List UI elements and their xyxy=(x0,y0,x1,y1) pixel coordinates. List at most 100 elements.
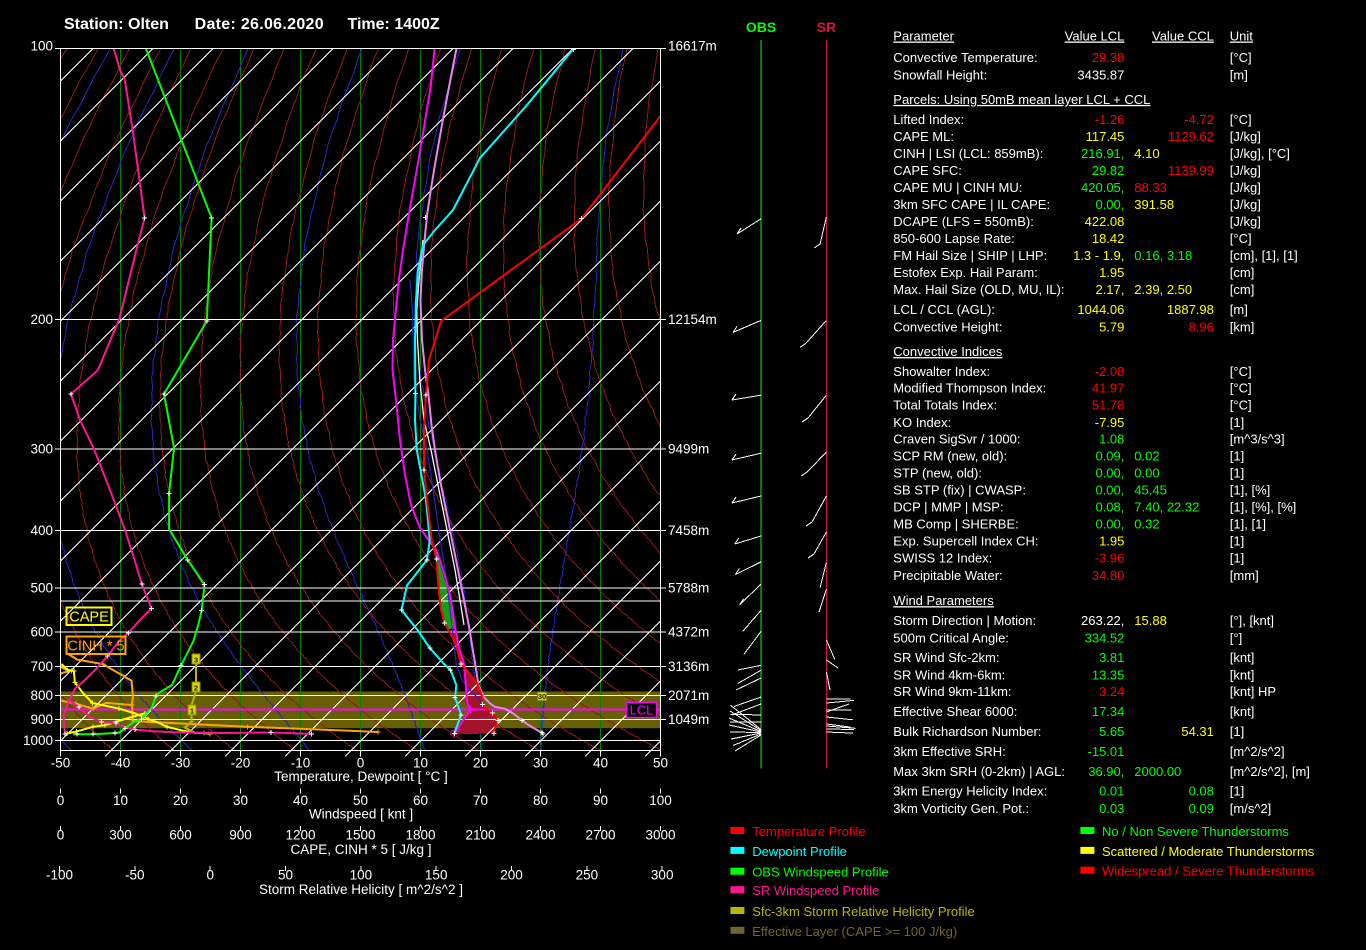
svg-text:CINH | LSI (LCL: 859mB):: CINH | LSI (LCL: 859mB): xyxy=(893,146,1043,161)
svg-text:0: 0 xyxy=(57,793,65,808)
svg-text:Value CCL: Value CCL xyxy=(1152,29,1214,44)
svg-text:0.01: 0.01 xyxy=(1099,784,1124,799)
svg-text:[1]: [1] xyxy=(1230,534,1244,549)
svg-text:Total Totals Index:: Total Totals Index: xyxy=(893,398,997,413)
svg-text:250: 250 xyxy=(576,868,599,883)
svg-text:-2.08: -2.08 xyxy=(1095,364,1125,379)
svg-text:0.00,: 0.00, xyxy=(1095,483,1124,498)
svg-text:3435.87: 3435.87 xyxy=(1077,67,1124,82)
svg-text:FM Hail Size | SHIP | LHP:: FM Hail Size | SHIP | LHP: xyxy=(893,248,1047,263)
svg-text:Station: Olten: Station: Olten xyxy=(64,16,169,33)
svg-text:[J/kg]: [J/kg] xyxy=(1230,197,1261,212)
svg-text:7.40, 22.32: 7.40, 22.32 xyxy=(1134,500,1199,515)
svg-text:[°], [knt]: [°], [knt] xyxy=(1230,613,1274,628)
svg-text:1139.99: 1139.99 xyxy=(1168,163,1214,178)
svg-text:No / Non Severe Thunderstorms: No / Non Severe Thunderstorms xyxy=(1102,824,1289,839)
svg-text:-20: -20 xyxy=(231,756,251,771)
svg-text:-50: -50 xyxy=(51,756,71,771)
svg-text:30: 30 xyxy=(233,793,248,808)
svg-text:700: 700 xyxy=(30,659,53,674)
svg-text:2071m: 2071m xyxy=(668,688,709,703)
svg-text:334.52: 334.52 xyxy=(1085,630,1125,645)
svg-text:[°C]: [°C] xyxy=(1230,50,1252,65)
svg-text:30: 30 xyxy=(533,756,548,771)
svg-text:Wind Parameters: Wind Parameters xyxy=(893,593,994,608)
svg-text:20: 20 xyxy=(173,793,188,808)
svg-text:0.00: 0.00 xyxy=(1134,466,1159,481)
svg-text:-50: -50 xyxy=(125,868,145,883)
svg-text:[°C]: [°C] xyxy=(1230,112,1252,127)
svg-text:Temperature Profile: Temperature Profile xyxy=(752,824,865,839)
svg-text:Convective Height:: Convective Height: xyxy=(893,319,1002,334)
svg-text:CAPE ML:: CAPE ML: xyxy=(893,129,954,144)
svg-text:0.02: 0.02 xyxy=(1134,449,1159,464)
svg-text:90: 90 xyxy=(593,793,608,808)
svg-text:800: 800 xyxy=(30,688,53,703)
svg-text:50: 50 xyxy=(653,756,668,771)
svg-text:1800: 1800 xyxy=(405,828,435,843)
svg-text:0.16, 3.18: 0.16, 3.18 xyxy=(1134,248,1192,263)
svg-text:13.35: 13.35 xyxy=(1092,667,1125,682)
svg-text:Precipitable Water:: Precipitable Water: xyxy=(893,568,1002,583)
svg-text:[cm]: [cm] xyxy=(1230,265,1255,280)
svg-text:Scattered / Moderate Thunderst: Scattered / Moderate Thunderstorms xyxy=(1102,844,1315,859)
svg-text:OBS Windspeed Profile: OBS Windspeed Profile xyxy=(752,865,889,880)
svg-text:[J/kg], [°C]: [J/kg], [°C] xyxy=(1230,146,1290,161)
svg-text:Max. Hail Size (OLD, MU, IL):: Max. Hail Size (OLD, MU, IL): xyxy=(893,282,1064,297)
svg-text:2: 2 xyxy=(194,684,198,693)
svg-text:[J/kg]: [J/kg] xyxy=(1230,163,1261,178)
svg-text:40: 40 xyxy=(293,793,308,808)
svg-text:54.31: 54.31 xyxy=(1181,724,1214,739)
svg-text:CAPE, CINH * 5 [ J/kg ]: CAPE, CINH * 5 [ J/kg ] xyxy=(290,842,431,857)
svg-text:51.78: 51.78 xyxy=(1092,398,1125,413)
svg-text:70: 70 xyxy=(473,793,488,808)
svg-text:100: 100 xyxy=(649,793,672,808)
svg-text:2100: 2100 xyxy=(465,828,495,843)
svg-text:[°C]: [°C] xyxy=(1230,364,1252,379)
svg-text:Parcels: Using 50mB mean layer: Parcels: Using 50mB mean layer LCL + CCL xyxy=(893,92,1150,107)
svg-text:34.80: 34.80 xyxy=(1092,568,1125,583)
svg-text:7458m: 7458m xyxy=(668,523,709,538)
svg-text:3.24: 3.24 xyxy=(1099,684,1124,699)
svg-text:Unit: Unit xyxy=(1230,29,1254,44)
svg-text:[mm]: [mm] xyxy=(1230,568,1259,583)
svg-text:88.33: 88.33 xyxy=(1134,180,1167,195)
svg-text:[knt]: [knt] xyxy=(1230,667,1255,682)
svg-text:-3.96: -3.96 xyxy=(1095,551,1125,566)
svg-text:200: 200 xyxy=(500,868,523,883)
svg-text:Time: 1400Z: Time: 1400Z xyxy=(348,16,440,33)
svg-text:900: 900 xyxy=(30,712,53,727)
svg-text:400: 400 xyxy=(30,523,53,538)
svg-text:KO Index:: KO Index: xyxy=(893,415,951,430)
svg-text:422.08: 422.08 xyxy=(1085,214,1125,229)
svg-text:41.97: 41.97 xyxy=(1092,381,1125,396)
svg-text:600: 600 xyxy=(30,624,53,639)
svg-text:30: 30 xyxy=(538,692,546,701)
svg-text:[m]: [m] xyxy=(1230,67,1248,82)
svg-text:[knt]: [knt] xyxy=(1230,704,1255,719)
svg-text:3000: 3000 xyxy=(645,828,675,843)
svg-text:0.32: 0.32 xyxy=(1134,517,1159,532)
svg-text:[°C]: [°C] xyxy=(1230,381,1252,396)
svg-text:Showalter Index:: Showalter Index: xyxy=(893,364,990,379)
svg-text:[J/kg]: [J/kg] xyxy=(1230,129,1261,144)
svg-text:Snowfall Height:: Snowfall Height: xyxy=(893,67,987,82)
svg-text:600: 600 xyxy=(169,828,192,843)
svg-text:391.58: 391.58 xyxy=(1134,197,1174,212)
svg-text:[1]: [1] xyxy=(1230,415,1244,430)
svg-text:0.00,: 0.00, xyxy=(1095,466,1124,481)
svg-text:100: 100 xyxy=(350,868,373,883)
svg-text:Modified Thompson Index:: Modified Thompson Index: xyxy=(893,381,1046,396)
svg-text:SR: SR xyxy=(817,19,836,35)
svg-text:SWISS 12 Index:: SWISS 12 Index: xyxy=(893,551,992,566)
svg-text:3km Effective SRH:: 3km Effective SRH: xyxy=(893,744,1005,759)
svg-text:4372m: 4372m xyxy=(668,624,709,639)
svg-text:2400: 2400 xyxy=(525,828,555,843)
svg-text:3km SFC CAPE | IL CAPE:: 3km SFC CAPE | IL CAPE: xyxy=(893,197,1050,212)
svg-text:DCP | MMP | MSP:: DCP | MMP | MSP: xyxy=(893,500,1003,515)
svg-text:8.96: 8.96 xyxy=(1189,319,1214,334)
svg-text:20: 20 xyxy=(473,756,488,771)
svg-text:Windspeed [ knt ]: Windspeed [ knt ] xyxy=(309,807,413,822)
svg-text:12154m: 12154m xyxy=(668,312,717,327)
svg-text:[°C]: [°C] xyxy=(1230,231,1252,246)
